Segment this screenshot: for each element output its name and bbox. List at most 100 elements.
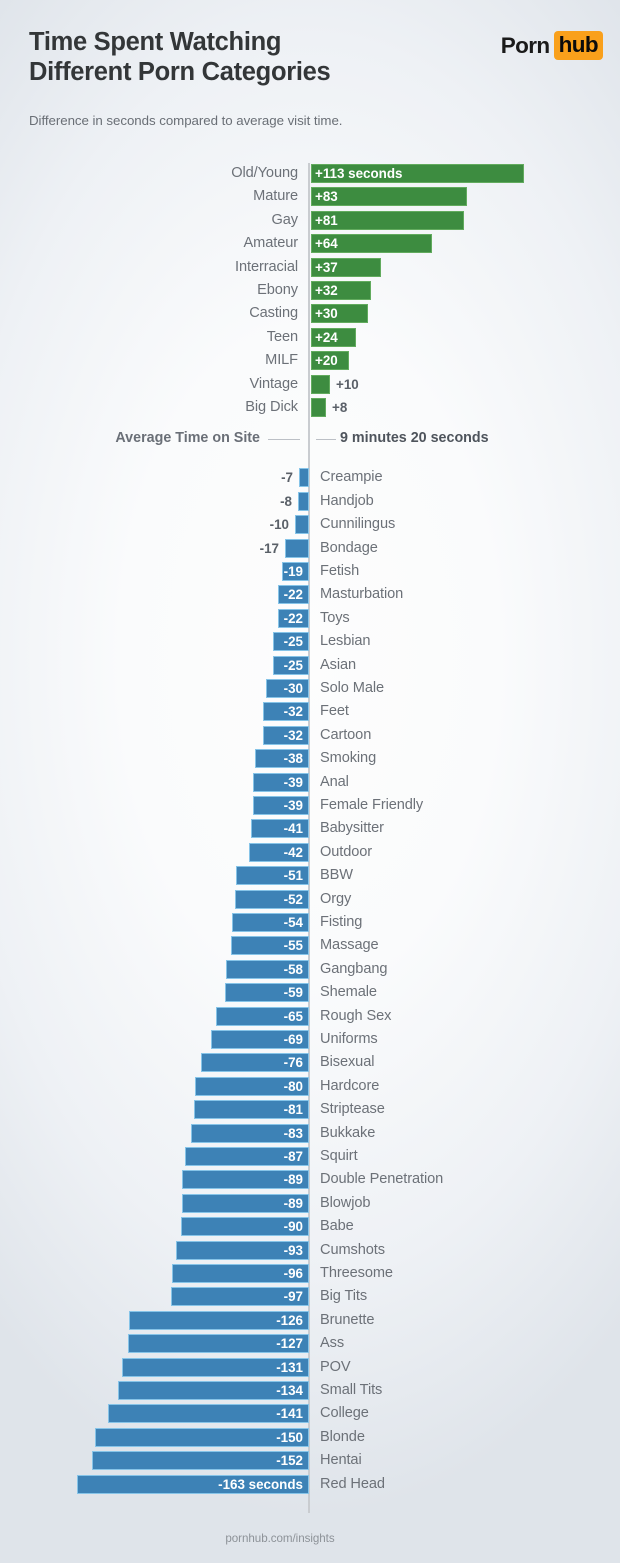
bar-category-label: Blonde — [320, 1428, 365, 1445]
bar-value-label: -30 — [283, 681, 303, 696]
bar-value-label: -83 — [283, 1125, 303, 1141]
bar-value-label: -51 — [283, 868, 303, 884]
average-leader-dash-right — [316, 439, 336, 441]
bar-positive — [311, 374, 330, 394]
bar-row: -93 Cumshots — [0, 1240, 620, 1263]
bar-category-label: Cumshots — [320, 1241, 385, 1258]
chart-header: Time Spent Watching Different Porn Categ… — [0, 0, 620, 155]
bar-value-label: -80 — [283, 1078, 303, 1094]
bar-category-label: POV — [320, 1358, 351, 1375]
bar-value-label: +20 — [315, 353, 338, 369]
bar-negative — [299, 468, 309, 488]
bar-row: -32 Cartoon — [0, 725, 620, 748]
bar-category-label: MILF — [265, 352, 298, 369]
bar-row: -81 Striptease — [0, 1099, 620, 1122]
bar-category-label: Old/Young — [231, 165, 298, 181]
bar-category-label: Shemale — [320, 984, 377, 1001]
bar-category-label: Gay — [271, 211, 299, 228]
bar-row: Amateur +64 — [0, 233, 620, 256]
bar-category-label: Masturbation — [320, 586, 404, 603]
bar-row: -87 Squirt — [0, 1146, 620, 1169]
page-title: Time Spent Watching Different Porn Categ… — [29, 27, 429, 87]
bar-value-label: -54 — [283, 915, 303, 930]
bar-row: -32 Feet — [0, 701, 620, 724]
bar-row: -10 Cunnilingus — [0, 514, 620, 537]
bar-value-label: -93 — [283, 1242, 303, 1258]
bar-positive — [311, 398, 326, 417]
bar-value-label: -65 — [283, 1008, 303, 1024]
bar-row: -163 seconds Red Head — [0, 1474, 620, 1497]
bar-row: -22 Toys — [0, 608, 620, 631]
bar-row: -76 Bisexual — [0, 1052, 620, 1075]
bar-category-label: Handjob — [320, 492, 374, 509]
bar-value-label: -19 — [283, 564, 303, 579]
bar-category-label: Ass — [320, 1335, 345, 1352]
bar-value-label: -76 — [283, 1055, 303, 1071]
bar-row: -96 Threesome — [0, 1263, 620, 1286]
bar-value-label: +24 — [315, 329, 338, 345]
bar-category-label: Feet — [320, 703, 349, 720]
bar-value-label: -81 — [283, 1102, 303, 1118]
bar-value-label: -141 — [276, 1406, 303, 1422]
bar-value-label: +81 — [315, 212, 338, 228]
bar-value-label: +10 — [336, 376, 359, 392]
bar-category-label: Cartoon — [320, 726, 372, 743]
bar-row: -152 Hentai — [0, 1450, 620, 1473]
bar-value-label: -22 — [283, 610, 303, 626]
bar-category-label: Striptease — [320, 1101, 385, 1118]
bar-value-label: -55 — [283, 938, 303, 954]
bar-row: -39 Anal — [0, 772, 620, 795]
bar-value-label: +32 — [315, 283, 338, 298]
bar-category-label: Mature — [253, 188, 298, 205]
bar-value-label: -22 — [283, 587, 303, 603]
bar-row: Mature +83 — [0, 186, 620, 209]
bar-value-label: -97 — [283, 1289, 303, 1305]
bar-category-label: Lesbian — [320, 633, 371, 650]
bar-value-label: -10 — [269, 517, 289, 533]
bar-negative — [285, 538, 309, 558]
bar-row: -65 Rough Sex — [0, 1006, 620, 1029]
bar-category-label: Orgy — [320, 890, 352, 907]
bar-value-label: -89 — [283, 1195, 303, 1211]
bar-value-label: +64 — [315, 236, 338, 252]
bar-row: -59 Shemale — [0, 982, 620, 1005]
bar-row: -89 Double Penetration — [0, 1169, 620, 1192]
bar-value-label: -150 — [276, 1429, 303, 1445]
bar-value-label: -52 — [283, 891, 303, 907]
bar-chart: Old/Young +113 seconds Mature +83 Gay +81 Amat… — [0, 155, 620, 1530]
bar-category-label: Gangbang — [320, 960, 388, 977]
bar-value-label: -25 — [283, 657, 303, 673]
bar-value-label: -25 — [283, 634, 303, 650]
bar-row: Big Dick +8 — [0, 397, 620, 420]
bar-category-label: Anal — [320, 773, 349, 790]
bar-category-label: Amateur — [243, 235, 299, 252]
bar-row: -51 BBW — [0, 865, 620, 888]
bar-row: Interracial +37 — [0, 257, 620, 280]
bar-value-label: -90 — [283, 1219, 303, 1235]
bar-value-label: -32 — [283, 727, 303, 743]
chart-subtitle: Difference in seconds compared to averag… — [29, 113, 343, 128]
bar-value-label: -152 — [276, 1453, 303, 1469]
bar-row: -41 Babysitter — [0, 818, 620, 841]
bar-row: Ebony +32 — [0, 280, 620, 303]
bar-category-label: Casting — [249, 305, 298, 322]
bar-value-label: -39 — [283, 798, 303, 813]
page-title-line-1: Time Spent Watching — [29, 28, 282, 56]
bar-category-label: Creampie — [320, 469, 383, 486]
bar-value-label: -127 — [276, 1336, 303, 1352]
bar-category-label: Small Tits — [320, 1382, 383, 1398]
bar-category-label: Blowjob — [320, 1194, 371, 1211]
bar-row: Old/Young +113 seconds — [0, 163, 620, 186]
bar-negative — [295, 515, 309, 535]
bar-row: Casting +30 — [0, 303, 620, 326]
bar-row: -25 Lesbian — [0, 631, 620, 654]
bar-value-label: -58 — [283, 961, 303, 977]
bar-category-label: BBW — [320, 867, 353, 884]
bar-row: -97 Big Tits — [0, 1286, 620, 1309]
bar-value-label: -59 — [283, 985, 303, 1001]
bar-value-label: -89 — [283, 1172, 303, 1188]
bar-value-label: -39 — [283, 774, 303, 790]
bar-value-label: -134 — [276, 1383, 303, 1398]
bar-category-label: Hentai — [320, 1452, 362, 1469]
average-time-value: 9 minutes 20 seconds — [340, 430, 489, 447]
